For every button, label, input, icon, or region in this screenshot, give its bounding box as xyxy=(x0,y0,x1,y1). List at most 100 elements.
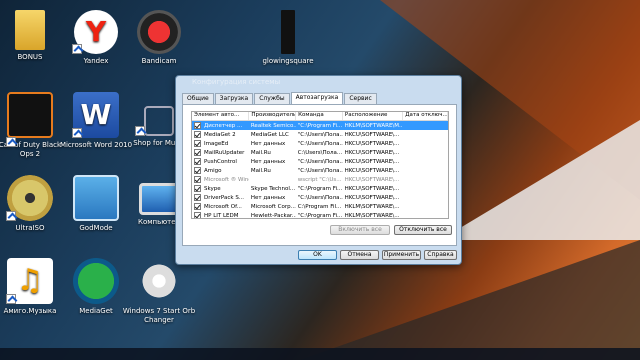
table-cell: MediaGet LLC xyxy=(250,131,289,138)
disable-all-button[interactable]: Отключить все xyxy=(394,225,452,235)
table-cell: ImageEd xyxy=(204,140,229,147)
column-header[interactable]: Элемент авто... xyxy=(192,112,250,120)
startup-item-checkbox[interactable] xyxy=(194,203,201,210)
folder-icon xyxy=(15,10,45,50)
table-cell: HKCU\SOFTWARE\... xyxy=(344,167,400,174)
table-cell: Microsoft Of... xyxy=(204,203,242,210)
table-cell: "C:\Program Fi... xyxy=(297,212,343,219)
download-icon xyxy=(73,258,119,304)
table-cell: Hewlett-Packar... xyxy=(250,212,296,219)
table-cell: Mail.Ru xyxy=(250,149,271,156)
shortcut-arrow-icon xyxy=(6,137,16,147)
cod-icon xyxy=(7,92,53,138)
table-cell: HKCU\SOFTWARE\... xyxy=(344,131,400,138)
tab-bar: Общие Загрузка Службы Автозагрузка Серви… xyxy=(182,92,378,104)
startup-item-checkbox[interactable] xyxy=(194,194,201,201)
tab-boot[interactable]: Загрузка xyxy=(214,93,254,104)
table-row[interactable]: Amigo Mail.Ru "C:\Users\Пола... HKCU\SOFTWA… xyxy=(192,166,448,175)
tab-startup[interactable]: Автозагрузка xyxy=(290,92,344,104)
tab-general[interactable]: Общие xyxy=(182,93,214,104)
column-header[interactable]: Команда xyxy=(296,112,343,120)
startup-table: Элемент авто... Производитель Команда Ра… xyxy=(191,111,449,219)
table-cell: C:\Users\Пола... xyxy=(297,149,343,156)
shortcut-arrow-icon xyxy=(72,128,82,138)
table-row[interactable]: ImageEd Нет данных "C:\Users\Пола... HKCU\S… xyxy=(192,139,448,148)
shop-icon xyxy=(144,106,174,136)
startup-item-checkbox[interactable] xyxy=(194,158,201,165)
control-panel-icon xyxy=(73,175,119,221)
msconfig-dialog: Конфигурация системы Общие Загрузка Служ… xyxy=(175,75,462,265)
table-row[interactable]: Microsoft ® Windows Script Host wscript "… xyxy=(192,175,448,184)
table-cell: HKCU\SOFTWARE\... xyxy=(344,176,400,183)
table-row[interactable]: MailRuUpdater Mail.Ru C:\Users\Пола... HKCU… xyxy=(192,148,448,157)
shortcut-arrow-icon xyxy=(135,126,145,136)
table-cell: Нет данных xyxy=(250,194,286,201)
startup-panel: Элемент авто... Производитель Команда Ра… xyxy=(182,104,457,246)
table-cell: Microsoft Corp... xyxy=(250,203,296,210)
column-header[interactable]: Расположение xyxy=(343,112,404,120)
table-row[interactable]: PushControl Нет данных "C:\Users\Пола... HK… xyxy=(192,157,448,166)
table-cell: HKCU\SOFTWARE\... xyxy=(344,194,400,201)
table-header: Элемент авто... Производитель Команда Ра… xyxy=(192,112,448,121)
table-cell: DriverPack S... xyxy=(204,194,245,201)
table-row[interactable]: DriverPack S... Нет данных "C:\Users\Пола.… xyxy=(192,193,448,202)
startup-item-checkbox[interactable] xyxy=(194,176,201,183)
table-cell: "C:\Program Fi... xyxy=(297,122,343,129)
table-row[interactable]: HP LIT LEDM Hewlett-Packar... "C:\Program … xyxy=(192,211,448,219)
table-cell: Нет данных xyxy=(250,140,286,147)
enable-all-button[interactable]: Включить все xyxy=(330,225,390,235)
glowingsquare-icon xyxy=(281,10,295,54)
table-cell: "C:\Users\Пола... xyxy=(297,131,343,138)
table-cell: HKCU\SOFTWARE\... xyxy=(344,140,400,147)
table-cell: wscript "C:\Us... xyxy=(297,176,342,183)
table-cell: Microsoft ® Windows Script Host xyxy=(204,176,249,183)
taskbar xyxy=(0,348,640,360)
tab-tools[interactable]: Сервис xyxy=(344,93,377,104)
table-row[interactable]: Диспетчер ... Realtek Semico... "C:\Progra… xyxy=(192,121,448,130)
table-cell: HKLM\SOFTWARE\... xyxy=(344,203,400,210)
table-cell: Нет данных xyxy=(250,158,286,165)
column-header[interactable]: Производитель xyxy=(249,112,297,120)
column-header[interactable]: Дата отключ... xyxy=(403,112,448,120)
bandicam-icon xyxy=(137,10,181,54)
cancel-button[interactable]: Отмена xyxy=(340,250,379,260)
table-cell: Amigo xyxy=(204,167,222,174)
table-cell: PushControl xyxy=(204,158,237,165)
table-cell: Skype Technol... xyxy=(250,185,296,192)
table-cell: Диспетчер ... xyxy=(204,122,243,129)
table-cell: HKLM\SOFTWARE\M... xyxy=(344,122,404,129)
startup-item-checkbox[interactable] xyxy=(194,122,201,129)
startup-item-checkbox[interactable] xyxy=(194,167,201,174)
table-cell: C:\Program Fil... xyxy=(297,203,342,210)
ok-button[interactable]: OK xyxy=(298,250,337,260)
table-cell: HKCU\SOFTWARE\... xyxy=(344,158,400,165)
startup-item-checkbox[interactable] xyxy=(194,149,201,156)
shortcut-arrow-icon xyxy=(72,44,82,54)
table-cell: "C:\Users\Пола... xyxy=(297,194,343,201)
table-cell: "C:\Program Fi... xyxy=(297,185,343,192)
table-row[interactable]: Skype Skype Technol... "C:\Program Fi... HK… xyxy=(192,184,448,193)
desktop-icon-bandicam[interactable]: Bandicam xyxy=(121,10,197,66)
tab-services[interactable]: Службы xyxy=(254,93,290,104)
orb-icon xyxy=(136,258,182,304)
desktop-icon-orb-changer[interactable]: Windows 7 Start Orb Changer xyxy=(121,258,197,325)
apply-button[interactable]: Применить xyxy=(382,250,421,260)
table-cell: HKCU\SOFTWARE\... xyxy=(344,185,400,192)
table-cell: Mail.Ru xyxy=(250,167,271,174)
table-cell: HP LIT LEDM xyxy=(204,212,239,219)
startup-item-checkbox[interactable] xyxy=(194,131,201,138)
desktop-icon-glowingsquare[interactable]: glowingsquare xyxy=(250,10,326,66)
shortcut-arrow-icon xyxy=(6,211,16,221)
help-button[interactable]: Справка xyxy=(424,250,457,260)
table-cell: Realtek Semico... xyxy=(250,122,296,129)
table-cell: "C:\Users\Пола... xyxy=(297,167,343,174)
startup-item-checkbox[interactable] xyxy=(194,185,201,192)
table-cell: HKCU\SOFTWARE\... xyxy=(344,149,400,156)
startup-item-checkbox[interactable] xyxy=(194,212,201,218)
table-cell: "C:\Users\Пола... xyxy=(297,158,343,165)
table-cell: Skype xyxy=(204,185,221,192)
table-row[interactable]: Microsoft Of... Microsoft Corp... C:\Progr… xyxy=(192,202,448,211)
table-cell: MailRuUpdater xyxy=(204,149,245,156)
table-row[interactable]: MediaGet 2 MediaGet LLC "C:\Users\Пола... H… xyxy=(192,130,448,139)
startup-item-checkbox[interactable] xyxy=(194,140,201,147)
